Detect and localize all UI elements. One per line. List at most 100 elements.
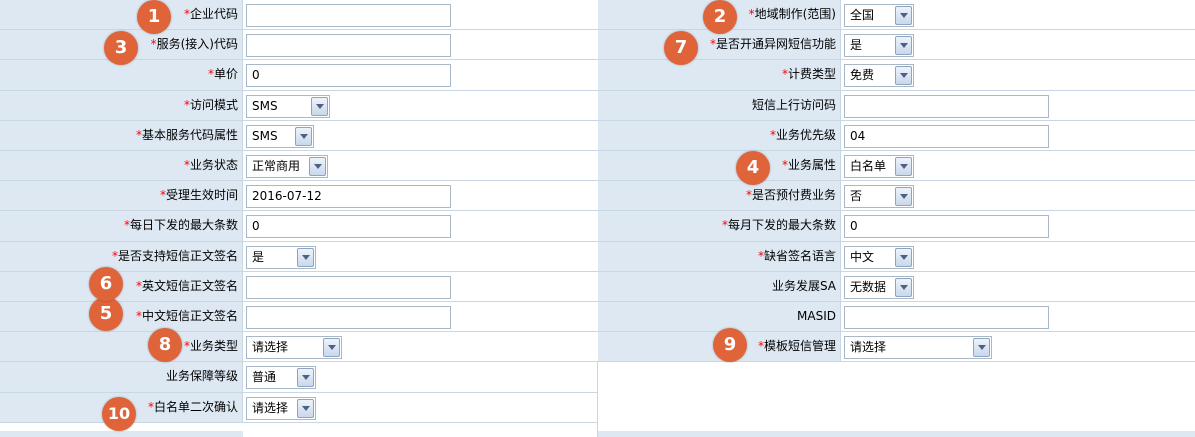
- right-field-9-select[interactable]: 无数据: [844, 275, 914, 299]
- select-value: 中文: [850, 249, 875, 264]
- annotation-badge-9: 9: [713, 328, 747, 362]
- field-label: 业务状态: [189, 158, 238, 172]
- select-value: 免费: [850, 68, 875, 83]
- annotation-badge-4: 4: [736, 151, 770, 185]
- annotation-badge-2: 2: [703, 0, 737, 34]
- left-row-6-label-cell: *受理生效时间: [0, 181, 243, 212]
- field-label: 基本服务代码属性: [141, 127, 238, 142]
- left-field-7-input[interactable]: 0: [246, 215, 451, 239]
- field-label: 企业代码: [189, 7, 238, 21]
- left-bottom-strip: [0, 431, 243, 437]
- field-label: 是否开通异网短信功能: [715, 37, 836, 52]
- field-label: 地域制作(范围): [754, 7, 836, 21]
- left-field-10-input[interactable]: [246, 306, 451, 329]
- right-field-3-input[interactable]: [844, 94, 1049, 118]
- annotation-badge-8: 8: [148, 328, 182, 362]
- right-row-8-label-cell: *缺省签名语言: [598, 241, 841, 272]
- chevron-down-icon[interactable]: [309, 157, 326, 176]
- select-value: 否: [850, 189, 863, 204]
- field-label: 白名单二次确认: [153, 399, 238, 414]
- field-label: 访问模式: [189, 97, 238, 112]
- left-field-3-select[interactable]: SMS: [246, 94, 330, 118]
- left-row-5-label-cell: *业务状态: [0, 151, 243, 182]
- left-field-12-select[interactable]: 普通: [246, 366, 316, 390]
- chevron-down-icon[interactable]: [895, 187, 912, 207]
- right-field-0-select[interactable]: 全国: [844, 4, 914, 27]
- right-field-11-select[interactable]: 请选择: [844, 336, 992, 360]
- field-label: 计费类型: [787, 67, 836, 82]
- right-field-4-input[interactable]: 04: [844, 124, 1049, 148]
- field-label: 短信上行访问码: [751, 97, 836, 112]
- select-value: 请选择: [252, 400, 289, 415]
- right-row-1-label-cell: *是否开通异网短信功能: [598, 30, 841, 61]
- annotation-badge-1: 1: [137, 0, 171, 34]
- right-row-5-label-cell: *业务属性: [598, 151, 841, 182]
- left-field-11-select[interactable]: 请选择: [246, 336, 342, 360]
- select-value: 全国: [850, 8, 875, 22]
- chevron-down-icon[interactable]: [297, 368, 314, 388]
- service-form-grid: *企业代码 *服务(接入)代码 *单价 0 *访问模式 SMS *基本服务代码属性 SMS *业…: [0, 0, 1195, 437]
- select-value: 是: [252, 249, 265, 264]
- field-label: 是否支持短信正文签名: [117, 248, 238, 263]
- right-field-6-select[interactable]: 否: [844, 185, 914, 209]
- select-value: SMS: [252, 128, 278, 143]
- right-row-2-label-cell: *计费类型: [598, 60, 841, 91]
- left-field-13-select[interactable]: 请选择: [246, 396, 316, 420]
- right-row-4-label-cell: *业务优先级: [598, 120, 841, 151]
- field-label: 每月下发的最大条数: [727, 218, 836, 233]
- chevron-down-icon[interactable]: [297, 398, 314, 418]
- select-value: 是: [850, 38, 863, 53]
- annotation-badge-6: 6: [89, 267, 123, 301]
- chevron-down-icon[interactable]: [323, 338, 340, 358]
- right-field-1-select[interactable]: 是: [844, 34, 914, 58]
- right-field-2-select[interactable]: 免费: [844, 64, 914, 88]
- field-label: 英文短信正文签名: [141, 278, 238, 293]
- left-field-8-select[interactable]: 是: [246, 245, 316, 269]
- right-field-8-select[interactable]: 中文: [844, 245, 914, 269]
- chevron-down-icon[interactable]: [895, 277, 912, 297]
- left-row-0-label-cell: *企业代码: [0, 0, 243, 31]
- chevron-down-icon[interactable]: [895, 157, 912, 176]
- right-row-10-label-cell: MASID: [598, 302, 841, 333]
- left-field-4-select[interactable]: SMS: [246, 124, 314, 148]
- left-field-2-input[interactable]: 0: [246, 64, 451, 88]
- left-field-5-select[interactable]: 正常商用: [246, 155, 328, 178]
- chevron-down-icon[interactable]: [297, 247, 314, 267]
- chevron-down-icon[interactable]: [973, 338, 990, 358]
- field-label: 业务保障等级: [165, 369, 238, 384]
- right-row-7-label-cell: *每月下发的最大条数: [598, 211, 841, 242]
- annotation-badge-10: 10: [102, 397, 136, 431]
- left-row-11-label-cell: *业务类型: [0, 332, 243, 363]
- right-field-5-select[interactable]: 白名单: [844, 155, 914, 178]
- field-label: 模板短信管理: [763, 339, 836, 354]
- select-value: 请选择: [252, 340, 289, 355]
- select-value: 普通: [252, 370, 277, 385]
- chevron-down-icon[interactable]: [311, 96, 328, 116]
- left-field-1-input[interactable]: [246, 34, 451, 58]
- left-field-9-input[interactable]: [246, 275, 451, 299]
- left-field-6-input[interactable]: 2016-07-12: [246, 185, 451, 209]
- left-row-7-label-cell: *每日下发的最大条数: [0, 211, 243, 242]
- field-label: 缺省签名语言: [763, 248, 836, 263]
- left-field-0-input[interactable]: [246, 4, 451, 27]
- select-value: 正常商用: [252, 159, 301, 173]
- field-label: 业务优先级: [775, 127, 836, 142]
- right-field-7-input[interactable]: 0: [844, 215, 1049, 239]
- chevron-down-icon[interactable]: [895, 36, 912, 56]
- chevron-down-icon[interactable]: [895, 6, 912, 25]
- right-field-10-input[interactable]: [844, 306, 1049, 329]
- chevron-down-icon[interactable]: [895, 66, 912, 86]
- chevron-down-icon[interactable]: [295, 126, 312, 146]
- field-label: 中文短信正文签名: [141, 309, 238, 323]
- field-label: 单价: [213, 67, 238, 82]
- field-label: 是否预付费业务: [751, 188, 836, 203]
- field-label: 每日下发的最大条数: [129, 218, 238, 233]
- field-label: 业务类型: [189, 339, 238, 354]
- annotation-badge-5: 5: [89, 297, 123, 331]
- field-label: 业务发展SA: [771, 278, 836, 293]
- field-label: 服务(接入)代码: [156, 37, 238, 52]
- field-label: MASID: [797, 309, 836, 323]
- left-row-3-label-cell: *访问模式: [0, 90, 243, 121]
- left-row-12-label-cell: 业务保障等级: [0, 362, 243, 393]
- chevron-down-icon[interactable]: [895, 247, 912, 267]
